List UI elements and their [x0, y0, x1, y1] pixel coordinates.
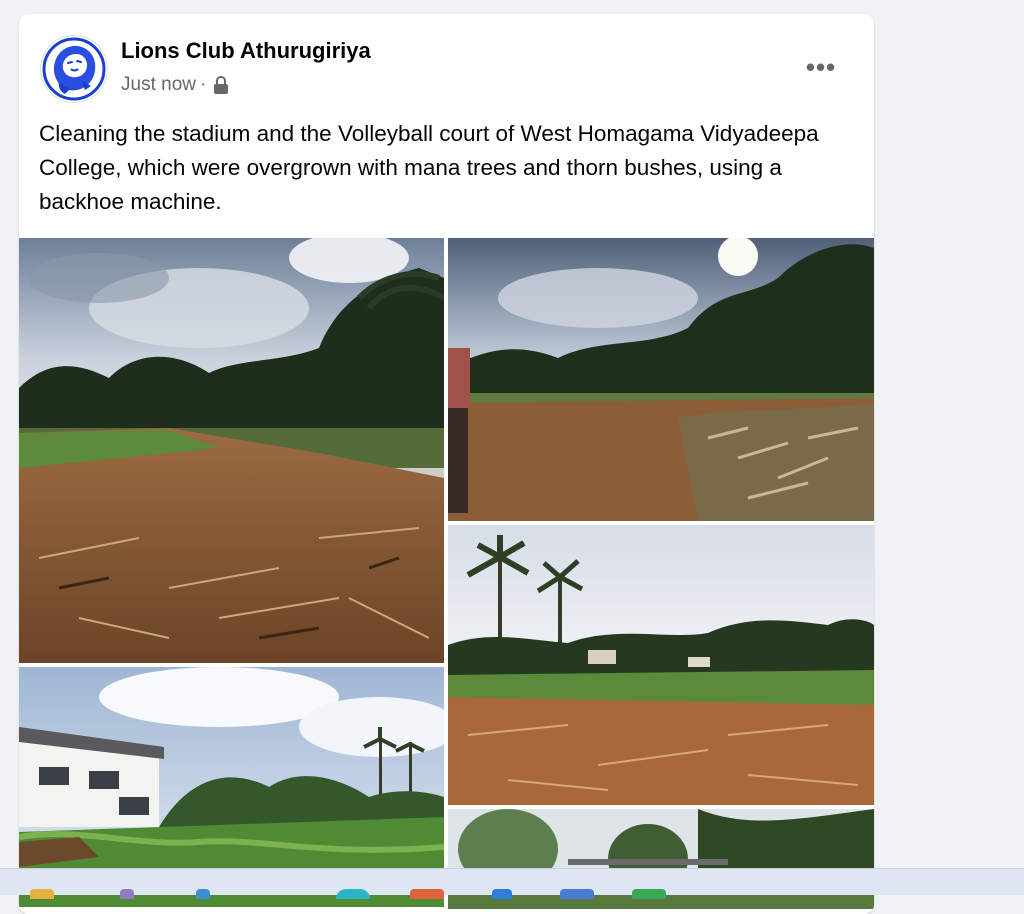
folder-icon[interactable] — [30, 889, 54, 899]
photo-3[interactable] — [448, 525, 874, 805]
page-name-link[interactable]: Lions Club Athurugiriya — [121, 38, 371, 64]
lock-icon[interactable] — [212, 75, 230, 95]
app-icon[interactable] — [410, 889, 444, 899]
more-options-button[interactable]: ••• — [798, 47, 844, 87]
app-icon[interactable] — [492, 889, 512, 899]
meta-separator: · — [199, 74, 207, 95]
app-icon[interactable] — [560, 889, 594, 899]
app-icon[interactable] — [120, 889, 134, 899]
post-meta: Just now · — [121, 74, 230, 96]
photo-1[interactable] — [19, 238, 444, 663]
more-options-icon: ••• — [805, 51, 837, 82]
app-icon[interactable] — [196, 889, 210, 899]
page-avatar[interactable] — [40, 35, 108, 103]
os-taskbar — [0, 868, 1024, 899]
lion-logo-icon — [41, 36, 107, 102]
browser-icon[interactable] — [336, 889, 370, 899]
app-icon[interactable] — [632, 889, 666, 899]
post-timestamp[interactable]: Just now — [121, 74, 196, 96]
photo-2[interactable] — [448, 238, 874, 521]
post-card: Lions Club Athurugiriya Just now · ••• C… — [19, 14, 874, 914]
post-text: Cleaning the stadium and the Volleyball … — [39, 121, 819, 214]
